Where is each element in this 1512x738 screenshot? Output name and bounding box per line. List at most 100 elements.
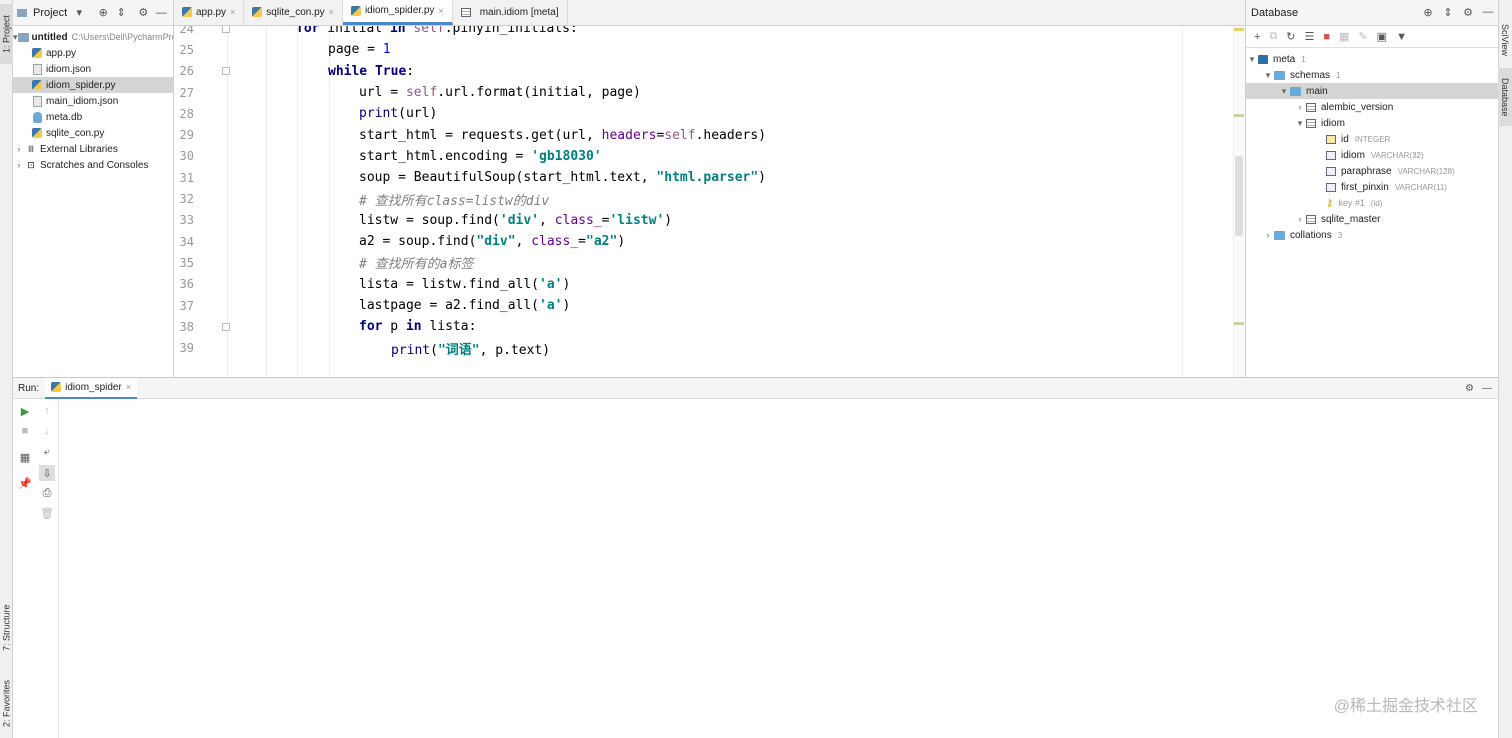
db-column-idiom[interactable]: idiom VARCHAR(32)	[1246, 147, 1498, 163]
file-item-idiom-spider-py[interactable]: idiom_spider.py	[13, 77, 173, 93]
chevron-right-icon[interactable]: ›	[13, 144, 25, 154]
locate-icon[interactable]: ⊕	[1422, 6, 1434, 19]
editor-scrollbar[interactable]	[1233, 26, 1245, 377]
gear-icon[interactable]: ⚙	[1465, 383, 1474, 394]
tab-sciview-tool[interactable]: SciView	[1498, 18, 1512, 62]
stop-icon[interactable]: ■	[19, 425, 31, 437]
tab-project-tool[interactable]: 1: Project	[0, 4, 13, 64]
layout-icon[interactable]: ▦	[19, 451, 31, 464]
chevron-down-icon[interactable]: ▾	[1246, 54, 1258, 65]
minimize-icon[interactable]: —	[1482, 383, 1492, 394]
code-line: 34 a2 = soup.find("div", class_="a2")	[179, 234, 626, 250]
print-icon[interactable]: ⎙	[41, 487, 53, 499]
tab-structure-tool[interactable]: 7: Structure	[0, 595, 13, 661]
tab-idiom-spider-py[interactable]: idiom_spider.py ×	[342, 0, 453, 25]
project-view-selector[interactable]: Project	[33, 7, 67, 19]
db-tree-sqlite-master[interactable]: › sqlite_master	[1246, 211, 1498, 227]
tree-root[interactable]: ▾ untitled C:\Users\Dell\PycharmProjects…	[13, 29, 173, 45]
warning-marker[interactable]	[1234, 322, 1244, 325]
db-column-paraphrase[interactable]: paraphrase VARCHAR(128)	[1246, 163, 1498, 179]
chevron-down-icon[interactable]: ▾	[1294, 118, 1306, 129]
minimize-icon[interactable]: —	[1482, 6, 1494, 19]
scratches-icon: ⊡	[27, 159, 35, 170]
fold-marker-icon[interactable]	[222, 26, 230, 33]
json-file-icon	[32, 63, 42, 75]
filter-icon[interactable]: ▼	[1396, 31, 1407, 43]
code-line: 26 while True:	[179, 63, 415, 79]
gear-icon[interactable]: ⚙	[1462, 6, 1474, 19]
fold-marker-icon[interactable]	[222, 67, 230, 76]
close-icon[interactable]: ×	[126, 382, 131, 392]
arrow-up-icon[interactable]: ↑	[41, 405, 53, 417]
tab-sqlite-con-py[interactable]: sqlite_con.py ×	[244, 0, 343, 25]
soft-wrap-icon[interactable]: ⤶	[41, 446, 53, 458]
collapse-icon[interactable]: ⇕	[115, 6, 127, 19]
tab-main-idiom-meta[interactable]: main.idiom [meta]	[453, 0, 568, 25]
chevron-down-icon[interactable]: ▾	[73, 6, 85, 19]
close-icon[interactable]: ×	[438, 6, 443, 16]
scrollbar-thumb[interactable]	[1235, 156, 1243, 236]
chevron-right-icon[interactable]: ›	[1294, 102, 1306, 112]
table-editor-icon[interactable]: ▦	[1339, 30, 1349, 43]
db-column-first-pinxin[interactable]: first_pinxin VARCHAR(11)	[1246, 179, 1498, 195]
properties-icon[interactable]: ☰	[1305, 30, 1315, 43]
code-editor: app.py × sqlite_con.py × idiom_spider.py…	[174, 0, 1245, 377]
file-item-sqlite-con-py[interactable]: sqlite_con.py	[13, 125, 173, 141]
database-panel: Database ⊕ ⇕ ⚙ — + ⧉ ↻ ☰ ■ ▦ ✎ ▣ ▼ ▾ met…	[1245, 0, 1498, 377]
edit-icon[interactable]: ✎	[1358, 30, 1367, 43]
tree-scratches[interactable]: › ⊡ Scratches and Consoles	[13, 157, 173, 173]
copy-icon[interactable]: ⧉	[1269, 30, 1277, 43]
add-icon[interactable]: +	[1254, 31, 1260, 43]
db-tree-schemas[interactable]: ▾ schemas 1	[1246, 67, 1498, 83]
tab-database-tool[interactable]: Database	[1498, 68, 1512, 126]
close-icon[interactable]: ×	[230, 7, 235, 17]
close-icon[interactable]: ×	[329, 7, 334, 17]
chevron-down-icon[interactable]: ▾	[1278, 86, 1290, 97]
run-toolbar: ▶ ↑ ■ ↓ ⤶ ▦ ⇩ 📌 ⎙ 🗑	[13, 399, 59, 738]
console-icon[interactable]: ▣	[1377, 30, 1387, 43]
code-line: 27 url = self.url.format(initial, page)	[179, 85, 641, 101]
arrow-down-icon[interactable]: ↓	[41, 425, 53, 437]
chevron-right-icon[interactable]: ›	[13, 160, 25, 170]
folder-icon	[17, 32, 29, 42]
project-tree: ▾ untitled C:\Users\Dell\PycharmProjects…	[13, 26, 173, 173]
db-tree-alembic-version[interactable]: › alembic_version	[1246, 99, 1498, 115]
db-tree-collations[interactable]: › collations 3	[1246, 227, 1498, 243]
gear-icon[interactable]: ⚙	[137, 6, 149, 19]
locate-icon[interactable]: ⊕	[97, 6, 109, 19]
stop-icon[interactable]: ■	[1323, 31, 1330, 43]
db-column-id[interactable]: id INTEGER	[1246, 131, 1498, 147]
db-tree-idiom[interactable]: ▾ idiom	[1246, 115, 1498, 131]
fold-marker-icon[interactable]	[222, 322, 230, 331]
file-item-main-idiom-json[interactable]: main_idiom.json	[13, 93, 173, 109]
chevron-down-icon[interactable]: ▾	[1262, 70, 1274, 81]
chevron-right-icon[interactable]: ›	[1262, 230, 1274, 240]
python-file-icon	[32, 48, 42, 58]
chevron-right-icon[interactable]: ›	[1294, 214, 1306, 224]
tab-app-py[interactable]: app.py ×	[174, 0, 245, 25]
code-area[interactable]: 24 for initial in self.pinyin_initials: 2…	[174, 26, 1245, 377]
editor-tabs: app.py × sqlite_con.py × idiom_spider.py…	[174, 0, 1245, 26]
file-item-idiom-json[interactable]: idiom.json	[13, 61, 173, 77]
db-key[interactable]: ⚷ key #1 (id)	[1246, 195, 1498, 211]
db-tree-meta[interactable]: ▾ meta 1	[1246, 51, 1498, 67]
code-line: 38 for p in lista:	[179, 319, 477, 335]
tab-favorites-tool[interactable]: 2: Favorites	[0, 672, 13, 734]
warning-marker[interactable]	[1234, 114, 1244, 117]
db-tree-main[interactable]: ▾ main	[1246, 83, 1498, 99]
warning-marker[interactable]	[1234, 28, 1244, 31]
scroll-to-end-icon[interactable]: ⇩	[39, 465, 55, 481]
minimize-icon[interactable]: —	[155, 7, 167, 19]
tree-external-libraries[interactable]: › Ⅲ External Libraries	[13, 141, 173, 157]
refresh-icon[interactable]: ↻	[1286, 30, 1295, 43]
schema-icon	[1290, 86, 1301, 96]
rerun-icon[interactable]: ▶	[19, 405, 31, 418]
collapse-icon[interactable]: ⇕	[1442, 6, 1454, 19]
file-item-meta-db[interactable]: meta.db	[13, 109, 173, 125]
file-item-app-py[interactable]: app.py	[13, 45, 173, 61]
run-tab-idiom-spider[interactable]: idiom_spider ×	[45, 377, 138, 399]
pin-icon[interactable]: 📌	[18, 477, 32, 490]
code-line: 28 print(url)	[179, 106, 438, 122]
trash-icon[interactable]: 🗑	[40, 507, 54, 520]
console-output[interactable]	[59, 399, 1498, 738]
